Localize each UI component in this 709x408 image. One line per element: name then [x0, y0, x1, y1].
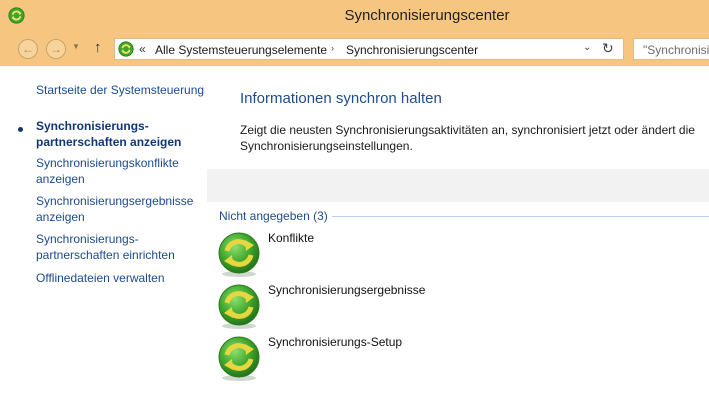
forward-arrow-icon: → — [50, 42, 62, 56]
sync-center-icon — [118, 41, 134, 57]
window-title: Synchronisierungscenter — [344, 7, 510, 24]
sidebar-item-view-partnerships[interactable]: Synchronisierungs-partnerschaften anzeig… — [36, 118, 206, 150]
sidebar-item-control-panel-home[interactable]: Startseite der Systemsteuerung — [36, 82, 206, 98]
sidebar-item-view-conflicts[interactable]: Synchronisierungskonflikte anzeigen — [36, 155, 206, 187]
sidebar-item-setup-partnerships[interactable]: Synchronisierungs-partnerschaften einric… — [36, 231, 206, 263]
group-divider — [332, 216, 709, 217]
hidden-locations-chevron-icon[interactable]: « — [139, 42, 146, 56]
item-label-sync-setup: Synchronisierungs-Setup — [268, 335, 403, 349]
sync-icon — [218, 284, 260, 329]
back-button[interactable]: ← — [18, 39, 38, 59]
search-input[interactable]: "Synchronisi — [633, 38, 709, 60]
sync-icon — [218, 336, 260, 381]
refresh-icon[interactable]: ↻ — [602, 40, 614, 57]
breadcrumb-control-panel-items[interactable]: Alle Systemsteuerungselemente — [155, 43, 327, 57]
search-placeholder: "Synchronisi — [643, 43, 709, 57]
recent-locations-dropdown[interactable]: ▼ — [72, 42, 80, 51]
forward-button[interactable]: → — [46, 39, 66, 59]
list-item-sync-results[interactable]: Synchronisierungsergebnisse — [215, 282, 515, 330]
breadcrumb-sync-center[interactable]: Synchronisierungscenter — [346, 43, 478, 57]
item-label-conflicts: Konflikte — [268, 231, 315, 245]
sidebar-item-view-results[interactable]: Synchronisierungsergebnisse anzeigen — [36, 193, 206, 225]
sidebar-item-manage-offline-files[interactable]: Offlinedateien verwalten — [36, 270, 206, 286]
page-title: Informationen synchron halten — [240, 90, 442, 107]
title-bar: Synchronisierungscenter — [0, 0, 709, 32]
up-button[interactable]: ↑ — [94, 40, 102, 55]
breadcrumb-separator-icon[interactable]: › — [331, 43, 334, 53]
list-item-sync-setup[interactable]: Synchronisierungs-Setup — [215, 334, 515, 382]
list-item-conflicts[interactable]: Konflikte — [215, 230, 515, 278]
group-header[interactable]: Nicht angegeben (3) — [219, 209, 328, 223]
main-content: Informationen synchron halten Zeigt die … — [207, 66, 709, 408]
page-description: Zeigt die neusten Synchronisierungsaktiv… — [240, 123, 695, 153]
back-arrow-icon: ← — [22, 42, 34, 56]
sync-icon — [218, 232, 260, 277]
address-bar[interactable]: « Alle Systemsteuerungselemente › Synchr… — [114, 38, 624, 60]
item-label-sync-results: Synchronisierungsergebnisse — [268, 283, 426, 297]
address-dropdown-icon[interactable]: ⌄ — [583, 42, 591, 53]
command-bar — [207, 169, 709, 202]
navigation-toolbar: ← → ▼ ↑ « Alle Systemsteuerungselemente … — [0, 32, 709, 66]
active-item-bullet — [18, 127, 23, 132]
